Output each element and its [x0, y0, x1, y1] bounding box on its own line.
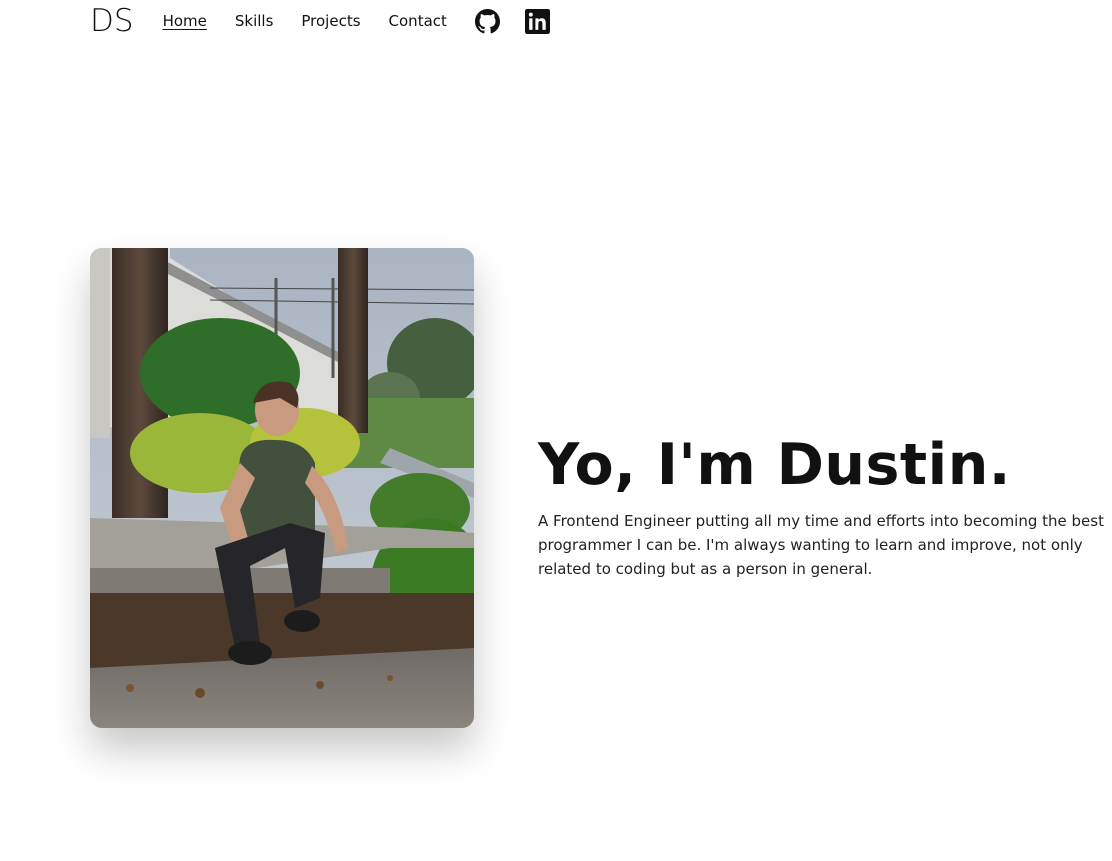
hero-section: Yo, I'm Dustin. A Frontend Engineer putt… — [538, 432, 1108, 581]
nav-link-projects[interactable]: Projects — [301, 11, 360, 31]
linkedin-icon[interactable] — [525, 8, 551, 34]
nav-link-home[interactable]: Home — [163, 11, 207, 31]
nav-link-skills[interactable]: Skills — [235, 11, 274, 31]
hero-description: A Frontend Engineer putting all my time … — [538, 512, 1104, 578]
nav-link-contact[interactable]: Contact — [389, 11, 447, 31]
hero-title: Yo, I'm Dustin. — [538, 432, 1011, 498]
profile-photo-image — [90, 248, 474, 728]
profile-photo — [90, 248, 474, 728]
github-icon[interactable] — [475, 8, 501, 34]
top-nav: DS Home Skills Projects Contact — [90, 4, 551, 38]
logo[interactable]: DS — [90, 4, 134, 38]
